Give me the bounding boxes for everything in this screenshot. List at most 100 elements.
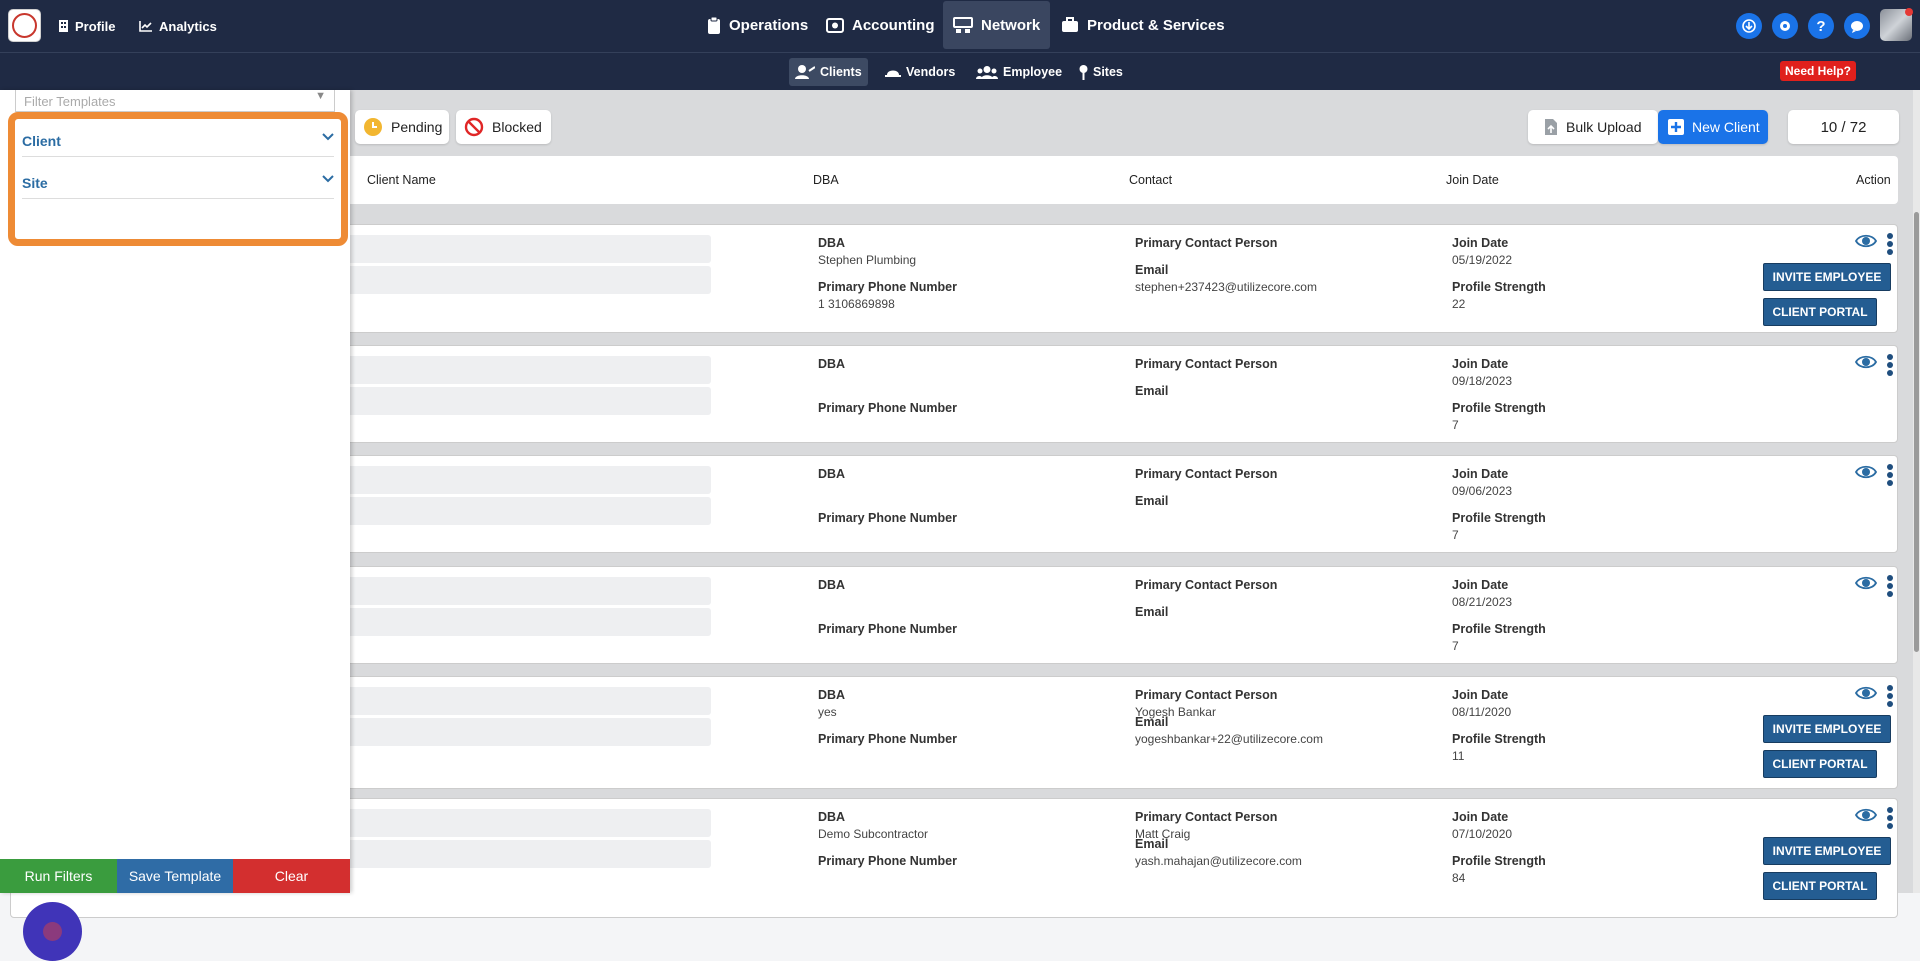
scrollbar-thumb[interactable] xyxy=(1914,212,1919,652)
clock-icon xyxy=(364,118,382,136)
more-options-icon[interactable] xyxy=(1887,233,1893,257)
client-portal-button[interactable]: CLIENT PORTAL xyxy=(1763,298,1877,326)
client-portal-button[interactable]: CLIENT PORTAL xyxy=(1763,872,1877,900)
filter-section-site[interactable]: Site xyxy=(22,161,334,199)
money-icon xyxy=(826,18,844,33)
nav-accounting[interactable]: Accounting xyxy=(816,0,945,50)
user-avatar[interactable] xyxy=(1880,8,1913,41)
eye-icon[interactable] xyxy=(1855,575,1877,591)
nav-accounting-label: Accounting xyxy=(852,16,935,34)
nav-profile[interactable]: Profile xyxy=(58,0,115,52)
more-options-icon[interactable] xyxy=(1887,685,1893,709)
invite-employee-button[interactable]: INVITE EMPLOYEE xyxy=(1763,715,1891,743)
scrollbar[interactable] xyxy=(1913,90,1920,893)
email-label: Email xyxy=(1135,494,1169,508)
briefcase-icon xyxy=(1062,17,1078,32)
profile-strength-label: Profile Strength xyxy=(1452,511,1546,525)
clipboard-icon xyxy=(708,16,720,34)
col-join-date[interactable]: Join Date xyxy=(1446,173,1499,187)
filter-templates-placeholder: Filter Templates xyxy=(24,94,116,109)
filter-section-client[interactable]: Client xyxy=(22,119,334,157)
need-help-button[interactable]: Need Help? xyxy=(1780,61,1857,81)
eye-icon[interactable] xyxy=(1855,233,1877,249)
contact-person-label: Primary Contact Person xyxy=(1135,467,1278,481)
phone-label: Primary Phone Number xyxy=(818,622,957,636)
email-label: Email xyxy=(1135,263,1169,277)
eye-icon[interactable] xyxy=(1855,354,1877,370)
bulk-upload-button[interactable]: Bulk Upload xyxy=(1528,110,1658,144)
more-options-icon[interactable] xyxy=(1887,807,1893,831)
nav-network[interactable]: Network xyxy=(943,1,1051,49)
client-portal-button[interactable]: CLIENT PORTAL xyxy=(1763,750,1877,778)
dba-label: DBA xyxy=(818,688,846,702)
top-navbar: Profile Analytics Operations Accounting … xyxy=(0,0,1920,52)
more-options-icon[interactable] xyxy=(1887,575,1893,599)
chart-line-icon xyxy=(139,21,152,32)
more-options-icon[interactable] xyxy=(1887,354,1893,378)
filter-templates-select[interactable]: Filter Templates ▼ xyxy=(15,90,335,112)
email-value: stephen+237423@utilizecore.com xyxy=(1135,280,1317,294)
sub-navbar: Clients Vendors Employee Sites Need Help… xyxy=(0,52,1920,90)
join-date-value: 09/06/2023 xyxy=(1452,484,1513,498)
blocked-filter-button[interactable]: Blocked xyxy=(456,110,551,144)
run-filters-button[interactable]: Run Filters xyxy=(0,859,117,893)
profile-strength-label: Profile Strength xyxy=(1452,280,1546,294)
join-date-value: 08/11/2020 xyxy=(1452,705,1512,719)
dba-value: yes xyxy=(818,705,837,719)
invite-employee-button[interactable]: INVITE EMPLOYEE xyxy=(1763,263,1891,291)
caret-down-icon: ▼ xyxy=(315,90,326,102)
filter-section-site-label: Site xyxy=(22,175,48,191)
pending-filter-button[interactable]: Pending xyxy=(355,110,449,144)
users-icon xyxy=(976,65,998,79)
nav-analytics[interactable]: Analytics xyxy=(139,0,217,52)
profile-strength-value: 22 xyxy=(1452,297,1466,311)
invite-employee-button[interactable]: INVITE EMPLOYEE xyxy=(1763,837,1891,865)
gear-icon[interactable] xyxy=(1772,13,1798,39)
more-options-icon[interactable] xyxy=(1887,464,1893,488)
tab-sites[interactable]: Sites xyxy=(1073,58,1129,86)
col-dba[interactable]: DBA xyxy=(813,173,839,187)
eye-icon[interactable] xyxy=(1855,807,1877,823)
join-date-value: 08/21/2023 xyxy=(1452,595,1513,609)
dba-label: DBA xyxy=(818,578,846,592)
tab-employee[interactable]: Employee xyxy=(970,58,1068,86)
floating-action-button[interactable] xyxy=(23,902,82,961)
phone-label: Primary Phone Number xyxy=(818,511,957,525)
tab-employee-label: Employee xyxy=(1003,65,1063,79)
tab-clients[interactable]: Clients xyxy=(789,58,868,86)
col-client-name[interactable]: Client Name xyxy=(367,173,436,187)
email-label: Email xyxy=(1135,605,1169,619)
pending-label: Pending xyxy=(391,119,443,135)
company-logo[interactable] xyxy=(8,9,41,42)
dba-label: DBA xyxy=(818,357,846,371)
dba-value: Stephen Plumbing xyxy=(818,253,917,267)
join-date-value: 09/18/2023 xyxy=(1452,374,1513,388)
clear-button[interactable]: Clear xyxy=(233,859,350,893)
join-date-value: 07/10/2020 xyxy=(1452,827,1513,841)
network-icon xyxy=(953,17,973,33)
nav-analytics-label: Analytics xyxy=(159,18,217,34)
blocked-icon xyxy=(464,117,484,137)
tab-vendors[interactable]: Vendors xyxy=(879,58,961,86)
join-date-label: Join Date xyxy=(1452,236,1509,250)
profile-strength-value: 11 xyxy=(1452,749,1465,763)
dba-label: DBA xyxy=(818,236,846,250)
download-icon[interactable] xyxy=(1736,13,1762,39)
nav-operations[interactable]: Operations xyxy=(697,0,818,50)
dba-value: Demo Subcontractor xyxy=(818,827,929,841)
chat-icon[interactable] xyxy=(1844,13,1870,39)
nav-product-services[interactable]: Product & Services xyxy=(1051,0,1235,50)
eye-icon[interactable] xyxy=(1855,464,1877,480)
nav-profile-label: Profile xyxy=(75,18,116,34)
help-icon[interactable]: ? xyxy=(1808,13,1834,39)
nav-operations-label: Operations xyxy=(729,16,809,34)
col-contact[interactable]: Contact xyxy=(1129,173,1172,187)
filter-section-client-label: Client xyxy=(22,133,61,149)
new-client-button[interactable]: New Client xyxy=(1658,110,1768,144)
email-value: yogeshbankar+22@utilizecore.com xyxy=(1135,732,1323,746)
dba-label: DBA xyxy=(818,467,846,481)
save-template-button[interactable]: Save Template xyxy=(117,859,233,893)
join-date-value: 05/19/2022 xyxy=(1452,253,1513,267)
new-client-label: New Client xyxy=(1692,119,1760,135)
eye-icon[interactable] xyxy=(1855,685,1877,701)
